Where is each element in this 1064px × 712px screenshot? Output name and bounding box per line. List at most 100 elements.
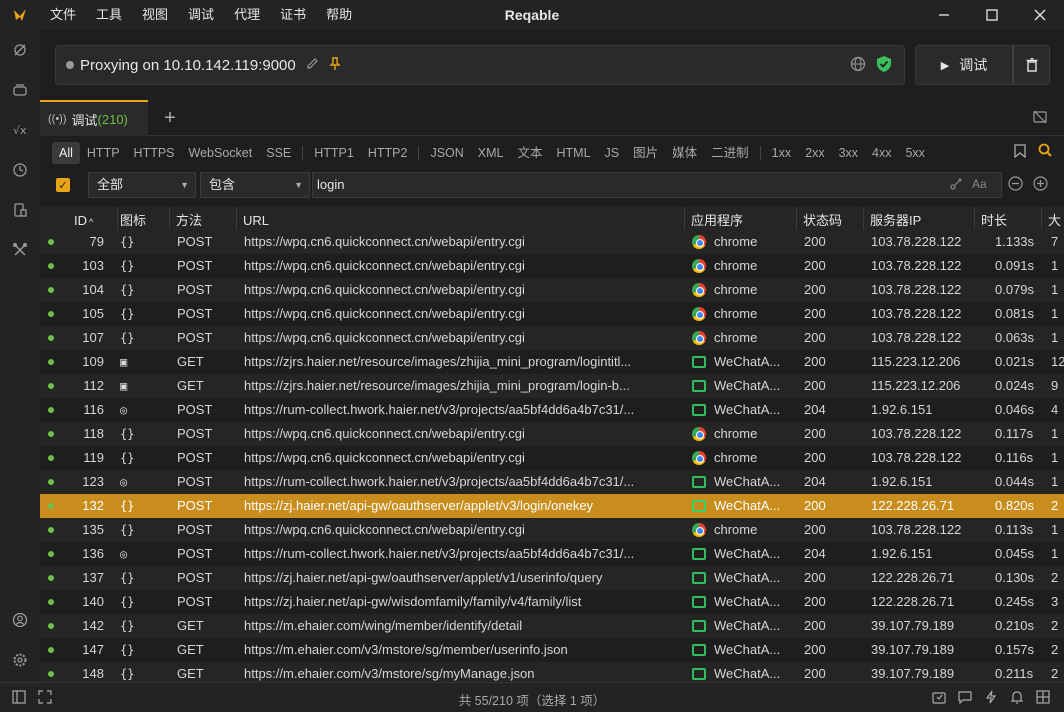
- filter-https[interactable]: HTTPS: [127, 142, 182, 164]
- search-icon[interactable]: [1038, 143, 1052, 160]
- cell-status: 200: [804, 666, 826, 681]
- filter-js[interactable]: JS: [598, 142, 627, 164]
- filter-all[interactable]: All: [52, 142, 80, 164]
- table-row[interactable]: 105 {} POST https://wpq.cn6.quickconnect.cn…: [40, 302, 1064, 326]
- clear-trash-button[interactable]: [1013, 45, 1050, 85]
- chrome-icon: [692, 523, 706, 537]
- search-scope-select[interactable]: 全部 ▼: [88, 172, 196, 198]
- table-row[interactable]: 147 {} GET https://m.ehaier.com/v3/mstore/s…: [40, 638, 1064, 662]
- menu-view[interactable]: 视图: [132, 0, 178, 30]
- ssl-shield-icon[interactable]: [876, 55, 892, 73]
- menu-proxy[interactable]: 代理: [224, 0, 270, 30]
- comment-icon[interactable]: [958, 690, 972, 707]
- table-row[interactable]: 112 ▣ GET https://zjrs.haier.net/resource/i…: [40, 374, 1064, 398]
- filter-json[interactable]: JSON: [423, 142, 470, 164]
- menu-file[interactable]: 文件: [40, 0, 86, 30]
- notification-bell-icon[interactable]: [1010, 690, 1024, 707]
- table-row[interactable]: 123 ◎ POST https://rum-collect.hwork.haier.…: [40, 470, 1064, 494]
- history-icon[interactable]: [10, 160, 30, 180]
- edit-pencil-icon[interactable]: [306, 57, 319, 73]
- device-icon[interactable]: [10, 200, 30, 220]
- cell-status: 200: [804, 642, 826, 657]
- filter-enabled-checkbox[interactable]: ✓: [56, 178, 70, 192]
- capture-icon[interactable]: [10, 40, 30, 60]
- wechat-icon: [692, 572, 706, 584]
- wechat-icon: [692, 404, 706, 416]
- filter-image[interactable]: 图片: [626, 142, 665, 164]
- tab-debug[interactable]: ((•)) 调试 (210): [40, 100, 148, 136]
- table-row[interactable]: 132 {} POST https://zj.haier.net/api-gw/oau…: [40, 494, 1064, 518]
- table-row[interactable]: 135 {} POST https://wpq.cn6.quickconnect.cn…: [40, 518, 1064, 542]
- table-row[interactable]: 103 {} POST https://wpq.cn6.quickconnect.cn…: [40, 254, 1064, 278]
- menu-tools[interactable]: 工具: [86, 0, 132, 30]
- bookmark-icon[interactable]: [1014, 144, 1026, 161]
- filter-5xx[interactable]: 5xx: [898, 142, 931, 164]
- table-row[interactable]: 107 {} POST https://wpq.cn6.quickconnect.cn…: [40, 326, 1064, 350]
- layers-icon[interactable]: [10, 80, 30, 100]
- filter-binary[interactable]: 二进制: [704, 142, 756, 164]
- filter-1xx[interactable]: 1xx: [765, 142, 798, 164]
- globe-icon[interactable]: [850, 56, 866, 75]
- search-mode-select[interactable]: 包含 ▼: [200, 172, 310, 198]
- cell-server-ip: 103.78.228.122: [871, 234, 962, 249]
- cell-size: 3: [1051, 594, 1059, 609]
- filter-xml[interactable]: XML: [471, 142, 511, 164]
- filter-html[interactable]: HTML: [550, 142, 598, 164]
- cell-app-name: WeChatA...: [714, 378, 781, 393]
- proxy-status-bar[interactable]: Proxying on 10.10.142.119:9000: [55, 45, 905, 85]
- filter-3xx[interactable]: 3xx: [832, 142, 865, 164]
- pin-icon[interactable]: [329, 56, 341, 74]
- debug-button[interactable]: ▶ 调试: [915, 45, 1013, 85]
- status-dot: [48, 503, 54, 509]
- cell-id: 140: [82, 594, 104, 609]
- filter-media[interactable]: 媒体: [665, 142, 704, 164]
- table-row[interactable]: 118 {} POST https://wpq.cn6.quickconnect.cn…: [40, 422, 1064, 446]
- filter-2xx[interactable]: 2xx: [798, 142, 831, 164]
- wechat-icon: [692, 380, 706, 392]
- table-row[interactable]: 137 {} POST https://zj.haier.net/api-gw/oau…: [40, 566, 1064, 590]
- add-filter-icon[interactable]: [1033, 176, 1048, 194]
- close-icon[interactable]: [1016, 0, 1064, 30]
- cell-id: 147: [82, 642, 104, 657]
- filter-http2[interactable]: HTTP2: [361, 142, 415, 164]
- filter-websocket[interactable]: WebSocket: [182, 142, 260, 164]
- regex-icon[interactable]: [950, 177, 963, 193]
- lightning-icon[interactable]: [984, 690, 998, 707]
- tools-icon[interactable]: [10, 240, 30, 260]
- table-row[interactable]: 79 {} POST https://wpq.cn6.quickconnect.cn/…: [40, 230, 1064, 254]
- function-icon[interactable]: √x: [10, 120, 30, 140]
- account-icon[interactable]: [10, 610, 30, 630]
- chrome-icon: [692, 451, 706, 465]
- filter-4xx[interactable]: 4xx: [865, 142, 898, 164]
- remove-filter-icon[interactable]: [1008, 176, 1023, 194]
- hide-panel-icon[interactable]: [1032, 109, 1048, 128]
- minimize-icon[interactable]: [920, 0, 968, 30]
- table-row[interactable]: 148 {} GET https://m.ehaier.com/v3/mstore/s…: [40, 662, 1064, 682]
- add-tab-icon[interactable]: +: [158, 106, 182, 130]
- menu-help[interactable]: 帮助: [316, 0, 362, 30]
- search-input[interactable]: login: [312, 172, 1002, 198]
- table-row[interactable]: 140 {} POST https://zj.haier.net/api-gw/wis…: [40, 590, 1064, 614]
- table-row[interactable]: 116 ◎ POST https://rum-collect.hwork.haier.…: [40, 398, 1064, 422]
- layout-grid-icon[interactable]: [1036, 690, 1050, 707]
- table-row[interactable]: 109 ▣ GET https://zjrs.haier.net/resource/i…: [40, 350, 1064, 374]
- filter-sse[interactable]: SSE: [259, 142, 298, 164]
- cell-server-ip: 1.92.6.151: [871, 546, 933, 561]
- menu-certificate[interactable]: 证书: [270, 0, 316, 30]
- chrome-icon: [692, 259, 706, 273]
- settings-gear-icon[interactable]: [10, 650, 30, 670]
- filter-text[interactable]: 文本: [510, 142, 549, 164]
- table-row[interactable]: 136 ◎ POST https://rum-collect.hwork.haier.…: [40, 542, 1064, 566]
- maximize-icon[interactable]: [968, 0, 1016, 30]
- cell-app: WeChatA...: [692, 350, 792, 374]
- table-row[interactable]: 104 {} POST https://wpq.cn6.quickconnect.cn…: [40, 278, 1064, 302]
- export-icon[interactable]: [932, 690, 946, 707]
- table-row[interactable]: 119 {} POST https://wpq.cn6.quickconnect.cn…: [40, 446, 1064, 470]
- menu-debug[interactable]: 调试: [178, 0, 224, 30]
- filter-http1[interactable]: HTTP1: [307, 142, 361, 164]
- filter-http[interactable]: HTTP: [80, 142, 127, 164]
- menu-bar: 文件 工具 视图 调试 代理 证书 帮助: [40, 0, 362, 30]
- case-sensitive-toggle[interactable]: Aa: [972, 177, 987, 191]
- table-row[interactable]: 142 {} GET https://m.ehaier.com/wing/member…: [40, 614, 1064, 638]
- app-window: 文件 工具 视图 调试 代理 证书 帮助 Reqable √x Proxying…: [0, 0, 1064, 712]
